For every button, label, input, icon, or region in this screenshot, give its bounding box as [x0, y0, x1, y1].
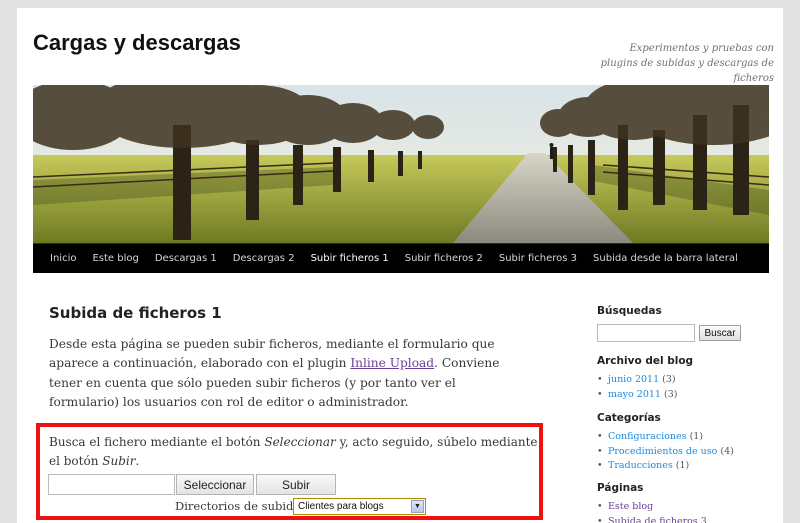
categories-link[interactable]: Procedimientos de uso — [608, 446, 717, 457]
nav-item[interactable]: Subir ficheros 3 — [499, 253, 577, 264]
archive-count: (3) — [664, 388, 678, 400]
categories-list-item: Procedimientos de uso (4) — [597, 445, 767, 460]
nav-item[interactable]: Descargas 1 — [155, 253, 217, 264]
file-path-input[interactable] — [48, 474, 175, 495]
archive-list-item: mayo 2011 (3) — [597, 388, 767, 403]
categories-list-item: Configuraciones (1) — [597, 430, 767, 445]
chevron-down-icon[interactable]: ▼ — [411, 500, 424, 513]
header-image[interactable] — [33, 85, 769, 243]
archive-link[interactable]: mayo 2011 — [608, 389, 661, 400]
categories-widget-title: Categorías — [597, 412, 661, 424]
categories-widget: Categorías Configuraciones (1)Procedimie… — [597, 412, 767, 474]
nav-item[interactable]: Subida desde la barra lateral — [593, 253, 738, 264]
categories-list-item: Traducciones (1) — [597, 459, 767, 474]
nav-item[interactable]: Descargas 2 — [233, 253, 295, 264]
pages-link[interactable]: Subida de ficheros 3 — [608, 516, 707, 523]
inline-upload-link[interactable]: Inline Upload — [350, 356, 434, 370]
nav-item[interactable]: Subir ficheros 1 — [311, 253, 389, 264]
post-content: Desde esta página se pueden subir ficher… — [49, 335, 529, 413]
search-button[interactable]: Buscar — [699, 325, 741, 341]
archive-widget: Archivo del blog junio 2011 (3)mayo 2011… — [597, 355, 767, 402]
search-input[interactable] — [597, 324, 695, 342]
categories-link[interactable]: Configuraciones — [608, 431, 687, 442]
page: Cargas y descargas Experimentos y prueba… — [17, 8, 783, 523]
categories-count: (1) — [675, 460, 690, 471]
site-title[interactable]: Cargas y descargas — [33, 30, 241, 56]
nav-item[interactable]: Inicio — [50, 253, 76, 264]
upload-directory-select[interactable]: Clientes para blogs ▼ — [293, 498, 426, 515]
upload-instructions: Busca el fichero mediante el botón Selec… — [49, 435, 538, 468]
pages-widget: Páginas Este blog Subida de ficheros 3 — [597, 482, 767, 523]
archive-widget-title: Archivo del blog — [597, 355, 694, 367]
archive-list-item: junio 2011 (3) — [597, 373, 767, 388]
upload-submit-button[interactable]: Subir — [256, 474, 336, 495]
pages-link[interactable]: Este blog — [608, 501, 653, 512]
nav-item[interactable]: Subir ficheros 2 — [405, 253, 483, 264]
nav-item[interactable]: Este blog — [92, 253, 138, 264]
categories-count: (1) — [689, 431, 704, 442]
page-title: Subida de ficheros 1 — [49, 304, 222, 322]
archive-count: (3) — [662, 374, 676, 385]
tree-avenue-image — [33, 85, 769, 243]
pages-list-item: Subida de ficheros 3 — [597, 515, 767, 523]
select-file-button[interactable]: Seleccionar — [176, 474, 254, 495]
upload-directory-label: Directorios de subida — [175, 499, 301, 513]
pages-widget-title: Páginas — [597, 482, 644, 494]
main-navigation: Inicio Este blog Descargas 1 Descargas 2 Sub… — [33, 243, 769, 273]
site-description: Experimentos y pruebas con plugins de su… — [600, 43, 774, 84]
categories-link[interactable]: Traducciones — [608, 460, 673, 471]
upload-form-box: Busca el fichero mediante el botón Selec… — [36, 423, 543, 520]
search-widget: Búsquedas Buscar — [597, 305, 767, 342]
pages-list-item: Este blog — [597, 500, 767, 515]
search-widget-title: Búsquedas — [597, 305, 662, 317]
archive-link[interactable]: junio 2011 — [608, 374, 659, 385]
categories-count: (4) — [720, 445, 734, 457]
